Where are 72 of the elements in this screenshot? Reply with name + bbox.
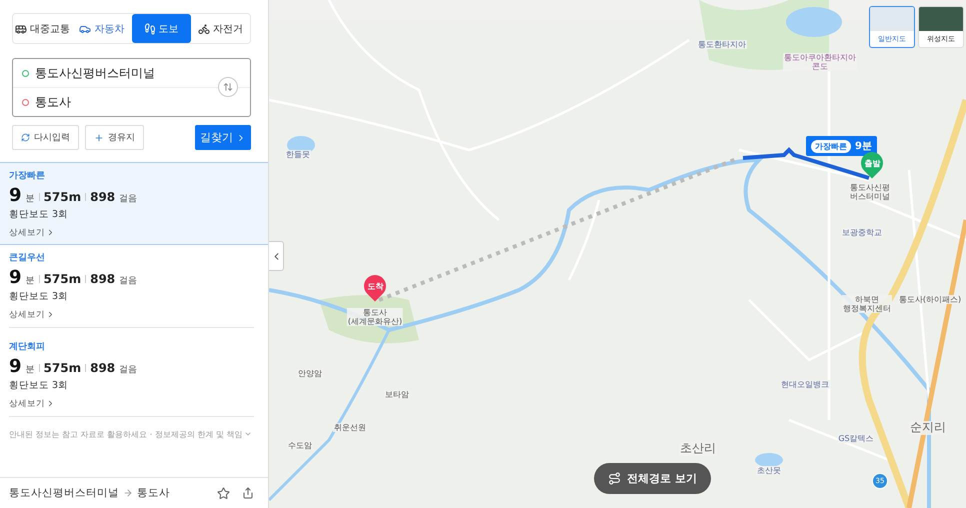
footer-destination: 통도사: [137, 486, 170, 500]
map-label: 순지리: [909, 421, 947, 435]
map-label: 초산못: [756, 466, 782, 476]
search-button[interactable]: 길찾기: [195, 125, 251, 150]
plus-icon: [94, 132, 104, 142]
transit-icon: [15, 22, 28, 34]
refresh-icon: [21, 133, 30, 142]
steps-unit: 걸음: [119, 194, 138, 205]
crossing-count: 횡단보도 3회: [9, 291, 70, 303]
duration-value: 9: [9, 356, 22, 378]
map-label: 안양암: [297, 369, 323, 378]
map-label: 통도아쿠아환타지아 콘도: [783, 53, 857, 72]
disclaimer-text: 안내된 정보는 참고 자료로 활용하세요 · 정보제공의 한계 및 책임: [9, 428, 242, 440]
share-icon: [242, 487, 254, 499]
arrow-right-icon: [123, 488, 133, 498]
steps-value: 898: [90, 190, 116, 204]
chevron-right-icon: [46, 310, 55, 320]
bike-icon: [198, 22, 210, 34]
distance-value: 575m: [44, 360, 82, 376]
mode-tab[interactable]: 도보: [132, 14, 191, 43]
steps-value: 898: [90, 360, 116, 376]
route-icon: [608, 472, 621, 485]
route-badge: 가장빠른 9분: [806, 136, 877, 156]
detail-link[interactable]: 상세보기: [9, 398, 254, 409]
distance-value: 575m: [44, 190, 82, 204]
detail-link[interactable]: 상세보기: [9, 228, 254, 238]
map-label: 초산리: [679, 442, 717, 456]
map-label: 한들못: [285, 150, 311, 160]
map-label: 통도사 (세계문화유산): [346, 308, 404, 326]
origin-field[interactable]: 통도사신평버스터미널: [13, 59, 250, 87]
swap-button[interactable]: [218, 77, 238, 97]
map-label: 취운선원: [333, 423, 367, 432]
crossing-count: 횡단보도 3회: [9, 209, 70, 221]
origin-dot-icon: [22, 70, 29, 76]
swap-arrows-icon: [223, 82, 233, 92]
chevron-right-icon: [46, 228, 55, 238]
collapse-button[interactable]: [269, 241, 284, 271]
route-label: 큰길우선: [9, 252, 46, 264]
duration-unit: 분: [26, 194, 35, 205]
map-label: 통도사(하이패스): [898, 295, 962, 304]
route-label: 가장빠른: [9, 171, 46, 182]
share-button[interactable]: [242, 487, 254, 499]
duration-value: 9: [9, 184, 22, 206]
footer-origin: 통도사신평버스터미널: [9, 486, 119, 500]
chevron-right-icon: [46, 399, 55, 408]
star-icon: [217, 486, 230, 500]
destination-dot-icon: [22, 98, 29, 106]
duration-unit: 분: [26, 276, 35, 287]
distance-value: 575m: [44, 272, 82, 286]
overview-button[interactable]: 전체경로 보기: [594, 463, 711, 494]
steps-unit: 걸음: [119, 276, 138, 287]
map-label: 보타암: [384, 390, 410, 400]
map-label: 하북면 행정복지센터: [842, 295, 892, 314]
crossing-count: 횡단보도 3회: [9, 380, 70, 392]
steps-value: 898: [90, 272, 116, 286]
route-card[interactable]: 가장빠른 9 분 575m 898 걸음 횡단보도 3회 상세보기: [0, 162, 268, 245]
map-label: 보광중학교: [841, 228, 883, 238]
steps-unit: 걸음: [119, 364, 138, 376]
map-label: 통도환타지아: [697, 40, 747, 50]
mode-tab[interactable]: 대중교통: [13, 14, 72, 43]
star-button[interactable]: [217, 486, 230, 500]
waypoint-button[interactable]: 경유지: [85, 125, 144, 150]
map-label: 수도암: [287, 441, 313, 450]
map-label: 통도사신평 버스터미널: [849, 183, 891, 202]
duration-value: 9: [9, 266, 22, 288]
route-label: 계단회피: [9, 342, 46, 353]
duration-unit: 분: [26, 364, 35, 376]
map-label: 현대오일뱅크: [780, 380, 830, 390]
map-label: GS칼텍스: [837, 434, 875, 444]
reset-button[interactable]: 다시입력: [12, 125, 79, 150]
walk-icon: [144, 22, 156, 34]
detail-link[interactable]: 상세보기: [9, 310, 254, 320]
